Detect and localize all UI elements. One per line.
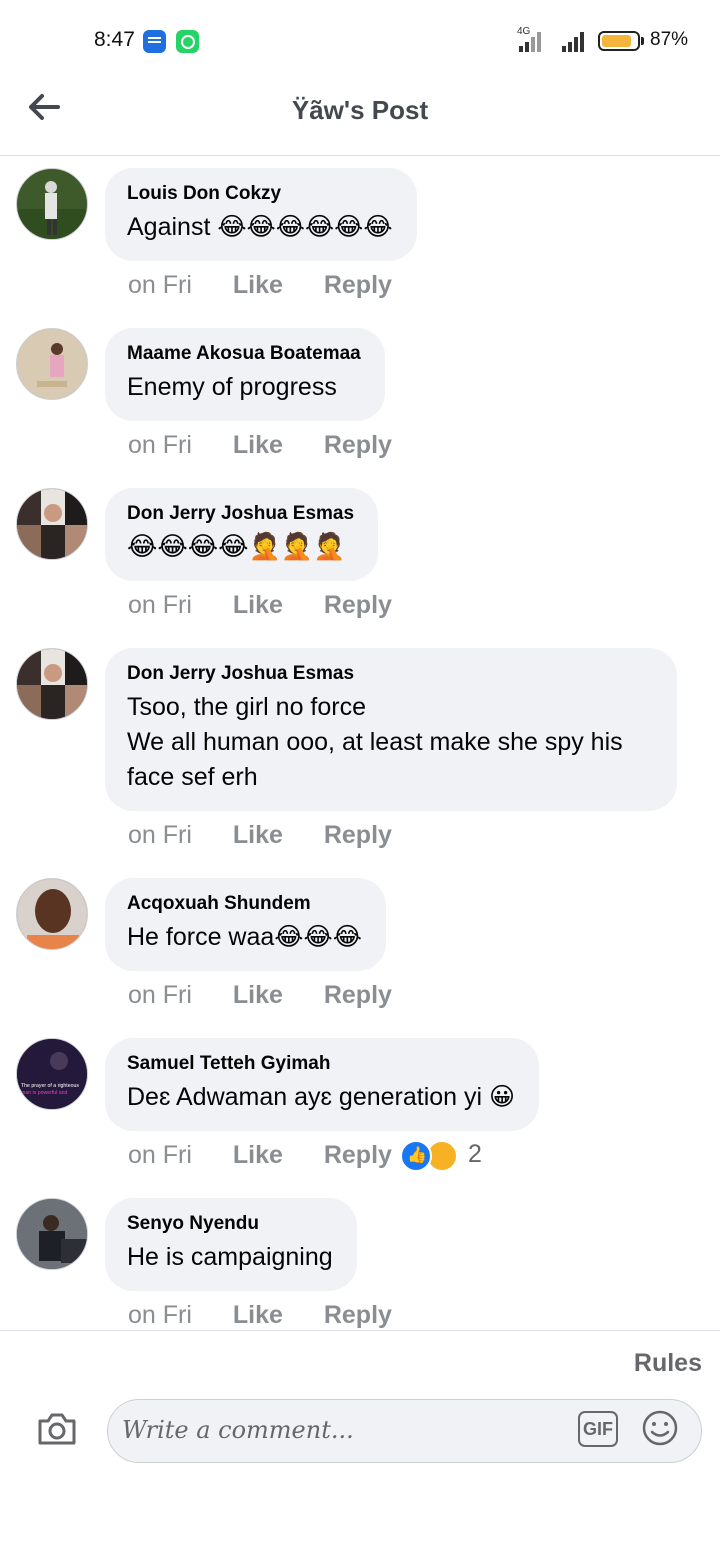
signal-icon-2 <box>562 30 590 52</box>
comment-actions: on Fri Like Reply <box>128 820 392 850</box>
like-button[interactable]: Like <box>233 1301 283 1330</box>
reply-button[interactable]: Reply <box>324 981 392 1010</box>
comment-time[interactable]: on Fri <box>128 271 192 300</box>
status-bar: 8:47 4G 87% <box>0 0 720 80</box>
reply-button[interactable]: Reply <box>324 1301 392 1330</box>
reply-button[interactable]: Reply <box>324 591 392 620</box>
comment-actions: on Fri Like Reply <box>128 980 392 1010</box>
comment-bubble: Don Jerry Joshua Esmas Tsoo, the girl no… <box>105 648 677 811</box>
comment-author[interactable]: Samuel Tetteh Gyimah <box>127 1052 515 1076</box>
battery-percent: 87% <box>650 29 689 50</box>
comment-bubble: Acqoxuah Shundem He force waa😂😂😂 <box>105 878 386 971</box>
comment-actions: on Fri Like Reply <box>128 1140 392 1170</box>
gif-icon[interactable]: GIF <box>578 1411 618 1447</box>
comment-time[interactable]: on Fri <box>128 431 192 460</box>
comment-time[interactable]: on Fri <box>128 981 192 1010</box>
avatar[interactable] <box>16 328 88 400</box>
comment-author[interactable]: Senyo Nyendu <box>127 1212 333 1236</box>
comment-time[interactable]: on Fri <box>128 821 192 850</box>
avatar[interactable] <box>16 1198 88 1270</box>
post-header: Ÿãw's Post <box>0 80 720 156</box>
reply-button[interactable]: Reply <box>324 431 392 460</box>
comment-text: Against 😂😂😂😂😂😂 <box>127 213 393 241</box>
comment-bubble: Maame Akosua Boatemaa Enemy of progress <box>105 328 385 421</box>
page-title: Ÿãw's Post <box>291 95 429 125</box>
camera-icon[interactable] <box>36 1411 78 1447</box>
comment-text: Tsoo, the girl no force We all human ooo… <box>127 693 623 791</box>
like-reaction-icon <box>400 1140 432 1172</box>
comment-bubble: Samuel Tetteh Gyimah Deɛ Adwaman ayɛ gen… <box>105 1038 540 1131</box>
comment-time[interactable]: on Fri <box>128 1301 192 1330</box>
like-button[interactable]: Like <box>233 591 283 620</box>
like-button[interactable]: Like <box>233 271 283 300</box>
comment-composer: Rules Write a comment... GIF <box>0 1330 720 1561</box>
comment-text: Enemy of progress <box>127 373 337 401</box>
comment-actions: on Fri Like Reply <box>128 430 392 460</box>
rules-link[interactable]: Rules <box>634 1349 702 1378</box>
avatar[interactable]: The prayer of a righteous man is powerful… <box>16 1038 88 1110</box>
reply-button[interactable]: Reply <box>324 271 392 300</box>
comment-author[interactable]: Louis Don Cokzy <box>127 182 393 206</box>
reaction-count: 2 <box>468 1140 482 1168</box>
like-button[interactable]: Like <box>233 821 283 850</box>
like-button[interactable]: Like <box>233 431 283 460</box>
comment-text: He is campaigning <box>127 1243 333 1271</box>
comment-text: 😂😂😂😂🤦🤦🤦 <box>127 532 346 562</box>
comment-list[interactable]: Louis Don Cokzy Against 😂😂😂😂😂😂 on Fri Li… <box>0 156 720 1330</box>
like-button[interactable]: Like <box>233 1141 283 1170</box>
comment-author[interactable]: Don Jerry Joshua Esmas <box>127 502 354 526</box>
comment-time[interactable]: on Fri <box>128 1141 192 1170</box>
comment-author[interactable]: Maame Akosua Boatemaa <box>127 342 361 366</box>
reply-button[interactable]: Reply <box>324 821 392 850</box>
avatar-text-line1: The prayer of a righteous <box>21 1083 79 1089</box>
signal-icon <box>515 30 543 52</box>
avatar[interactable] <box>16 878 88 950</box>
avatar-text-line2: man is powerful and <box>21 1090 68 1096</box>
avatar[interactable] <box>16 648 88 720</box>
comment-placeholder: Write a comment... <box>122 1416 354 1444</box>
comment-bubble: Louis Don Cokzy Against 😂😂😂😂😂😂 <box>105 168 417 261</box>
comment-bubble: Senyo Nyendu He is campaigning <box>105 1198 357 1291</box>
messages-app-icon <box>143 30 166 53</box>
status-time: 8:47 <box>94 28 135 51</box>
battery-icon <box>598 31 640 51</box>
comment-time[interactable]: on Fri <box>128 591 192 620</box>
comment-author[interactable]: Acqoxuah Shundem <box>127 892 362 916</box>
reply-button[interactable]: Reply <box>324 1141 392 1170</box>
comment-author[interactable]: Don Jerry Joshua Esmas <box>127 662 653 686</box>
like-button[interactable]: Like <box>233 981 283 1010</box>
comment-input[interactable]: Write a comment... GIF <box>107 1399 702 1463</box>
avatar[interactable] <box>16 488 88 560</box>
comment-text: Deɛ Adwaman ayɛ generation yi 😀 <box>127 1083 516 1111</box>
comment-bubble: Don Jerry Joshua Esmas 😂😂😂😂🤦🤦🤦 <box>105 488 379 581</box>
emoji-icon[interactable] <box>641 1409 679 1447</box>
comment-actions: on Fri Like Reply <box>128 1300 392 1330</box>
avatar[interactable] <box>16 168 88 240</box>
comment-actions: on Fri Like Reply <box>128 590 392 620</box>
comment-text: He force waa😂😂😂 <box>127 923 362 951</box>
comment-actions: on Fri Like Reply <box>128 270 392 300</box>
whatsapp-app-icon <box>176 30 199 53</box>
